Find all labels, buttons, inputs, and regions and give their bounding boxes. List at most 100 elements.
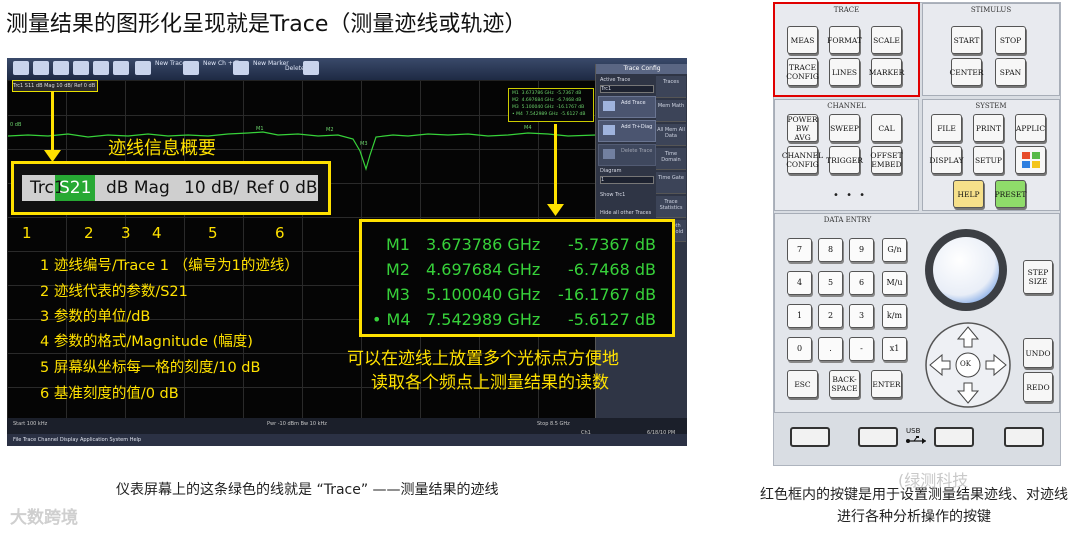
add-trace-button[interactable]: Add Trace bbox=[598, 96, 656, 118]
front-panel: TRACE MEAS FORMAT SCALE TRACE CONFIG LIN… bbox=[773, 2, 1061, 466]
power-bw-avg-key[interactable]: POWER BW AVG bbox=[787, 114, 818, 142]
key-m-u[interactable]: M/u bbox=[882, 271, 907, 295]
key-dot[interactable]: . bbox=[818, 337, 843, 361]
marker-label-m3: M3 bbox=[360, 141, 368, 147]
menu-bar: File Trace Channel Display Application S… bbox=[7, 434, 687, 446]
new-marker-icon[interactable] bbox=[233, 61, 249, 75]
tab-all-mem[interactable]: All Mem All Data bbox=[656, 124, 686, 146]
add-tr-diag-button[interactable]: Add Tr+Diag bbox=[598, 120, 656, 142]
key-2[interactable]: 2 bbox=[818, 304, 843, 328]
trace-format: dB Mag bbox=[106, 178, 170, 198]
tab-time-gate[interactable]: Time Gate bbox=[656, 172, 686, 194]
active-trace-select[interactable]: Trc1 bbox=[600, 85, 654, 93]
print-icon[interactable] bbox=[73, 61, 89, 75]
new-trace-icon[interactable] bbox=[135, 61, 151, 75]
trace-pill[interactable]: Trc1 S11 dB Mag 10 dB/ Ref 0 dB bbox=[12, 80, 98, 92]
stimulus-section: STIMULUS START STOP CENTER SPAN bbox=[922, 3, 1060, 96]
channel-config-key[interactable]: CHANNEL CONFIG bbox=[782, 146, 823, 174]
rotary-knob[interactable] bbox=[925, 229, 1007, 311]
undo-key[interactable]: UNDO bbox=[1023, 338, 1053, 368]
softkey-3[interactable] bbox=[934, 427, 974, 447]
hide-others-button[interactable]: Hide all other Traces bbox=[600, 210, 651, 216]
tab-mem-math[interactable]: Mem Math bbox=[656, 100, 686, 122]
save-icon[interactable] bbox=[53, 61, 69, 75]
setup-key[interactable]: SETUP bbox=[973, 146, 1004, 174]
open-icon[interactable] bbox=[13, 61, 29, 75]
step-size-key[interactable]: STEP SIZE bbox=[1023, 260, 1053, 294]
index-5: 5 bbox=[208, 224, 218, 242]
trigger-key[interactable]: TRIGGER bbox=[826, 146, 863, 174]
file-key[interactable]: FILE bbox=[931, 114, 962, 142]
softkey-2[interactable] bbox=[858, 427, 898, 447]
print-key[interactable]: PRINT bbox=[973, 114, 1004, 142]
arrow-down-line-2 bbox=[554, 124, 557, 206]
system-section: SYSTEM FILE PRINT APPLIC DISPLAY SETUP H… bbox=[922, 99, 1060, 211]
windows-key[interactable] bbox=[1015, 146, 1046, 174]
start-freq: Start 100 kHz bbox=[13, 421, 48, 427]
key-5[interactable]: 5 bbox=[818, 271, 843, 295]
key-4[interactable]: 4 bbox=[787, 271, 812, 295]
y-ref-label: 0 dB bbox=[10, 122, 22, 128]
active-trace-label: Active Trace bbox=[600, 77, 631, 83]
diagram-select[interactable]: 1 bbox=[600, 176, 654, 184]
page-title: 测量结果的图形化呈现就是Trace（测量迹线或轨迹） bbox=[6, 12, 527, 37]
softkey-1[interactable] bbox=[790, 427, 830, 447]
center-key[interactable]: CENTER bbox=[950, 58, 983, 86]
applic-key[interactable]: APPLIC bbox=[1015, 114, 1046, 142]
key-8[interactable]: 8 bbox=[818, 238, 843, 262]
offset-embed-key[interactable]: OFFSET EMBED bbox=[870, 146, 903, 174]
caption-left: 仪表屏幕上的这条绿色的线就是 “Trace” ——测量结果的迹线 bbox=[116, 482, 499, 498]
key-k-m[interactable]: k/m bbox=[882, 304, 907, 328]
new-marker-button[interactable]: New Marker bbox=[253, 60, 289, 67]
preset-key[interactable]: PRESET bbox=[995, 180, 1026, 208]
add-trace-icon bbox=[603, 101, 615, 111]
backspace-key[interactable]: BACK- SPACE bbox=[829, 370, 860, 398]
span-key[interactable]: SPAN bbox=[995, 58, 1026, 86]
trace-info-caption: 迹线信息概要 bbox=[108, 138, 216, 159]
arrow-down-line bbox=[51, 91, 54, 153]
index-4: 4 bbox=[152, 224, 162, 242]
new-trace-button[interactable]: New Trace bbox=[155, 60, 186, 67]
key-1[interactable]: 1 bbox=[787, 304, 812, 328]
stop-key[interactable]: STOP bbox=[995, 26, 1026, 54]
enter-key[interactable]: ENTER bbox=[871, 370, 902, 398]
help-icon[interactable] bbox=[303, 61, 319, 75]
stop-freq: Stop 8.5 GHz bbox=[537, 421, 570, 427]
key-0[interactable]: 0 bbox=[787, 337, 812, 361]
trace-info-strip: Trc1 S21 dB Mag 10 dB/ Ref 0 dB bbox=[22, 175, 318, 201]
redo-key[interactable]: REDO bbox=[1023, 372, 1053, 402]
tab-traces[interactable]: Traces bbox=[656, 76, 686, 98]
ok-label: OK bbox=[960, 360, 971, 368]
trace-parameter: S21 bbox=[59, 178, 92, 198]
show-trace-checkbox[interactable]: Show Trc1 bbox=[600, 192, 625, 198]
marker-table: M1 3.673786 GHz -5.7367 dB M2 4.697684 G… bbox=[359, 219, 675, 337]
help-key[interactable]: HELP bbox=[953, 180, 984, 208]
trace-ref: Ref 0 dB bbox=[246, 178, 318, 198]
legend-item: 1 迹线编号/Trace 1 （编号为1的迹线） bbox=[40, 258, 299, 274]
start-key[interactable]: START bbox=[951, 26, 982, 54]
folder-icon[interactable] bbox=[33, 61, 49, 75]
delete-button[interactable]: Delete bbox=[285, 65, 305, 72]
key-7[interactable]: 7 bbox=[787, 238, 812, 262]
redo-icon[interactable] bbox=[113, 61, 129, 75]
key-9[interactable]: 9 bbox=[849, 238, 874, 262]
new-channel-icon[interactable] bbox=[183, 61, 199, 75]
menu-items[interactable]: File Trace Channel Display Application S… bbox=[13, 437, 141, 443]
key-g-n[interactable]: G/n bbox=[882, 238, 907, 262]
tab-trace-statistics[interactable]: Trace Statistics bbox=[656, 196, 686, 218]
sweep-key[interactable]: SWEEP bbox=[829, 114, 860, 142]
softkey-4[interactable] bbox=[1004, 427, 1044, 447]
delete-trace-button[interactable]: Delete Trace bbox=[598, 144, 656, 166]
marker-label-m4: M4 bbox=[524, 125, 532, 131]
cal-key[interactable]: CAL bbox=[871, 114, 902, 142]
tab-time-domain[interactable]: Time Domain bbox=[656, 148, 686, 170]
key-3[interactable]: 3 bbox=[849, 304, 874, 328]
key-minus[interactable]: - bbox=[849, 337, 874, 361]
key-x1[interactable]: x1 bbox=[882, 337, 907, 361]
marker-row: M2 4.697684 GHz -6.7468 dB bbox=[386, 260, 656, 279]
display-key[interactable]: DISPLAY bbox=[929, 146, 964, 174]
undo-icon[interactable] bbox=[93, 61, 109, 75]
esc-key[interactable]: ESC bbox=[787, 370, 818, 398]
trace-scale: 10 dB/ bbox=[184, 178, 240, 198]
key-6[interactable]: 6 bbox=[849, 271, 874, 295]
